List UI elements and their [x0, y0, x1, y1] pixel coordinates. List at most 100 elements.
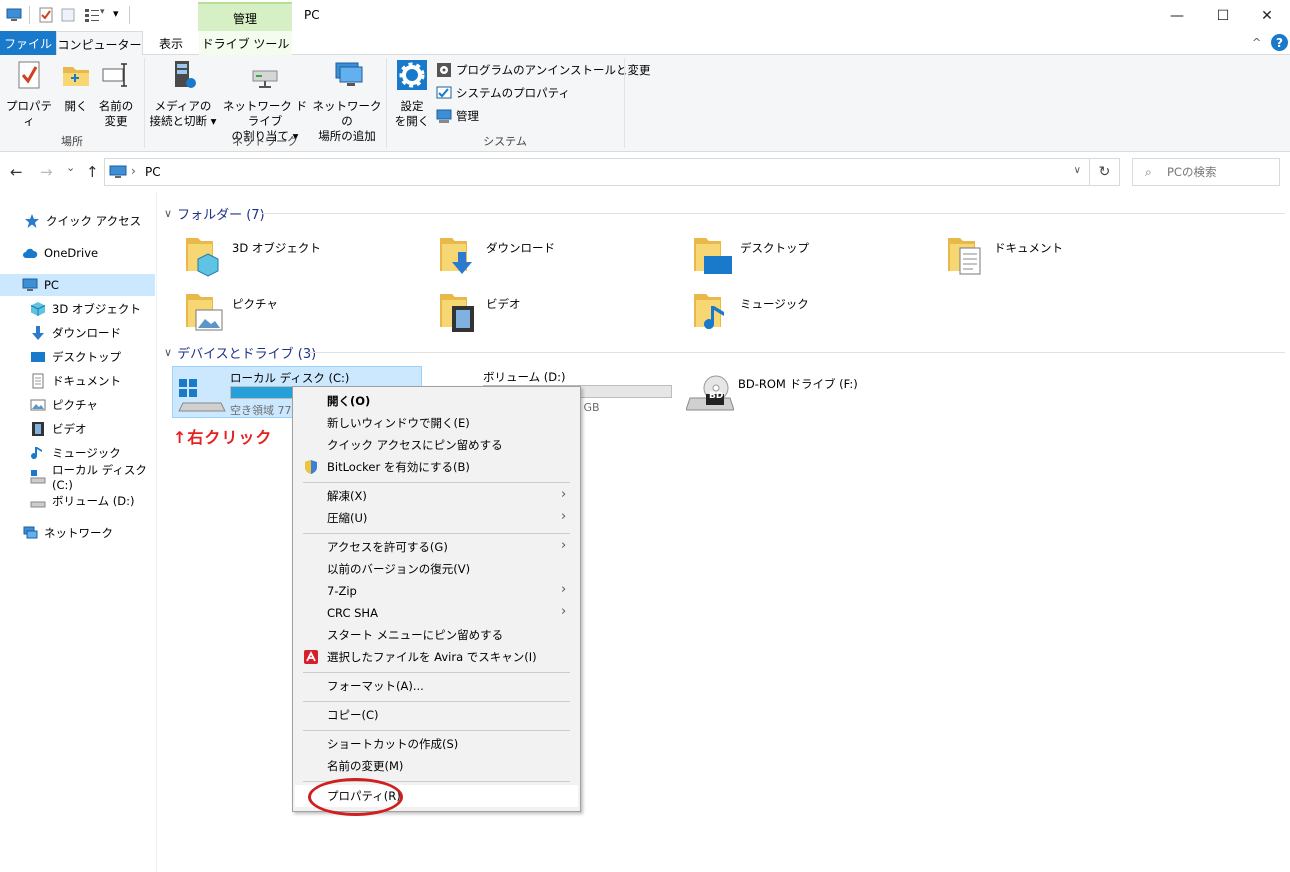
folder-desktop[interactable]: デスクトップ — [674, 232, 914, 282]
media-connect-button[interactable]: メディアの 接続と切断 ▾ — [148, 59, 218, 129]
menu-bitlocker[interactable]: BitLocker を有効にする(B) — [327, 457, 567, 477]
breadcrumb-pc[interactable]: PC — [145, 165, 161, 179]
nav-downloads[interactable]: ダウンロード — [0, 322, 155, 344]
tab-file[interactable]: ファイル — [0, 31, 56, 55]
back-button[interactable]: ← — [10, 163, 23, 181]
collapse-ribbon-button[interactable]: ^ — [1252, 36, 1261, 49]
rename-label-2: 変更 — [104, 114, 128, 128]
properties-label: プロパティ — [6, 99, 52, 128]
tab-drive-tools[interactable]: ドライブ ツール — [199, 31, 292, 55]
devices-section-title: デバイスとドライブ (3) — [177, 347, 317, 362]
map-network-drive-button[interactable]: ネットワーク ドライブ の割り当て ▾ — [218, 59, 312, 144]
up-button[interactable]: ↑ — [86, 163, 99, 181]
uninstall-label: プログラムのアンインストールと変更 — [456, 63, 651, 77]
nav-network[interactable]: ネットワーク — [0, 522, 155, 544]
breadcrumb-separator[interactable]: › — [131, 164, 136, 178]
rename-button[interactable]: 名前の 変更 — [96, 59, 136, 129]
close-button[interactable]: ✕ — [1244, 0, 1290, 31]
nav-music[interactable]: ミュージック — [0, 442, 155, 464]
nav-desktop[interactable]: デスクトップ — [0, 346, 155, 368]
shield-icon — [305, 460, 317, 474]
nav-pc[interactable]: PC — [0, 274, 155, 296]
menu-avira-scan[interactable]: 選択したファイルを Avira でスキャン(I) — [327, 647, 567, 667]
right-click-annotation: ↑右クリック — [173, 428, 273, 447]
recent-locations-button[interactable]: ⌄ — [66, 161, 75, 174]
nav-documents[interactable]: ドキュメント — [0, 370, 155, 392]
menu-pin-start[interactable]: スタート メニューにピン留めする — [327, 625, 567, 645]
tab-view[interactable]: 表示 — [143, 31, 199, 55]
avira-icon — [304, 650, 318, 664]
folder-documents[interactable]: ドキュメント — [928, 232, 1168, 282]
menu-extract[interactable]: 解凍(X) — [327, 486, 567, 506]
forward-button[interactable]: → — [40, 163, 53, 181]
minimize-button[interactable]: — — [1154, 0, 1200, 31]
document-icon — [32, 373, 44, 389]
folder-videos[interactable]: ビデオ — [420, 288, 660, 338]
refresh-button[interactable]: ↻ — [1090, 158, 1120, 186]
search-box[interactable]: ⌕ — [1132, 158, 1280, 186]
qat-small-dropdown[interactable]: ▾ — [100, 7, 105, 17]
menu-open-new-window[interactable]: 新しいウィンドウで開く(E) — [327, 413, 567, 433]
nav-pictures[interactable]: ピクチャ — [0, 394, 155, 416]
search-icon: ⌕ — [1145, 165, 1152, 179]
star-icon — [25, 214, 39, 228]
menu-compress[interactable]: 圧縮(U) — [327, 508, 567, 528]
folder-pictures-icon — [186, 294, 223, 331]
nav-3d-objects[interactable]: 3D オブジェクト — [0, 298, 155, 320]
search-input[interactable] — [1167, 163, 1275, 181]
cloud-icon — [23, 248, 38, 258]
menu-crc-sha[interactable]: CRC SHA — [327, 603, 567, 623]
new-folder-icon[interactable] — [60, 7, 76, 23]
open-button[interactable]: 開く — [56, 59, 96, 114]
menu-pin-quick-access[interactable]: クイック アクセスにピン留めする — [327, 435, 567, 455]
nav-volume-d[interactable]: ボリューム (D:) — [0, 490, 155, 512]
folder-downloads[interactable]: ダウンロード — [420, 232, 660, 282]
add-network-location-button[interactable]: ネットワークの 場所の追加 — [312, 59, 382, 144]
properties-button[interactable]: プロパティ — [4, 59, 54, 129]
settings-label-2: を開く — [394, 114, 430, 128]
drive-f-name: BD-ROM ドライブ (F:) — [738, 377, 858, 391]
location-group-label: 場所 — [61, 135, 83, 148]
submenu-arrow-icon: › — [561, 538, 567, 553]
menu-give-access[interactable]: アクセスを許可する(G) — [327, 537, 567, 557]
system-properties-button[interactable]: システムのプロパティ — [436, 83, 570, 103]
address-bar[interactable]: › PC ∨ — [104, 158, 1090, 186]
menu-open[interactable]: 開く(O) — [327, 391, 567, 411]
folder-music[interactable]: ミュージック — [674, 288, 914, 338]
drive-bd-rom-f[interactable]: BD BD-ROM ドライブ (F:) — [684, 370, 934, 420]
menu-format[interactable]: フォーマット(A)... — [327, 676, 567, 696]
qat-customize-dropdown[interactable]: ▾ — [113, 7, 119, 20]
menu-create-shortcut[interactable]: ショートカットの作成(S) — [327, 734, 567, 754]
drive-icon — [30, 501, 46, 508]
manage-context-tab[interactable]: 管理 — [198, 2, 292, 31]
tab-computer[interactable]: コンピューター — [56, 31, 143, 56]
menu-rename[interactable]: 名前の変更(M) — [327, 756, 567, 776]
folders-section-header[interactable]: ∨ フォルダー (7) — [164, 204, 265, 223]
view-details-icon[interactable] — [84, 7, 100, 23]
open-folder-icon — [63, 67, 89, 86]
folder-desktop-icon — [694, 238, 732, 274]
pc-icon[interactable] — [6, 7, 22, 23]
folder-pictures[interactable]: ピクチャ — [166, 288, 406, 338]
properties-check-icon[interactable] — [38, 7, 54, 23]
menu-restore-versions[interactable]: 以前のバージョンの復元(V) — [327, 559, 567, 579]
address-history-dropdown[interactable]: ∨ — [1074, 165, 1081, 176]
nav-label: ピクチャ — [52, 398, 98, 412]
nav-local-disk-c[interactable]: ローカル ディスク (C:) — [0, 463, 155, 492]
nav-videos[interactable]: ビデオ — [0, 418, 155, 440]
folder-3d-objects[interactable]: 3D オブジェクト — [166, 232, 406, 282]
windows-drive-icon — [178, 379, 226, 412]
open-settings-button[interactable]: 設定 を開く — [392, 59, 432, 129]
nav-onedrive[interactable]: OneDrive — [0, 242, 155, 264]
folder-documents-icon — [948, 238, 981, 275]
devices-section-header[interactable]: ∨ デバイスとドライブ (3) — [164, 343, 316, 362]
menu-copy[interactable]: コピー(C) — [327, 705, 567, 725]
manage-button[interactable]: 管理 — [436, 106, 479, 126]
manage-label: 管理 — [456, 109, 479, 123]
network-group-label: ネットワーク — [232, 135, 298, 148]
uninstall-program-button[interactable]: プログラムのアンインストールと変更 — [436, 60, 650, 80]
help-button[interactable]: ? — [1271, 34, 1288, 51]
nav-quick-access[interactable]: クイック アクセス — [0, 210, 155, 232]
menu-7zip[interactable]: 7-Zip — [327, 581, 567, 601]
maximize-button[interactable]: ☐ — [1200, 0, 1246, 31]
